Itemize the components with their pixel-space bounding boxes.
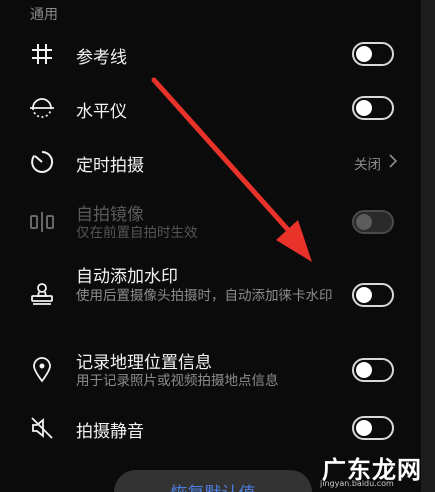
setting-row-location[interactable]: 记录地理位置信息 用于记录照片或视频拍摄地点信息	[0, 344, 421, 396]
setting-title: 记录地理位置信息	[76, 353, 212, 373]
setting-row-timer[interactable]: 定时拍摄 关闭	[0, 142, 421, 182]
setting-row-shutter-mute[interactable]: 拍摄静音	[0, 408, 421, 448]
setting-title: 水平仪	[76, 102, 127, 122]
timer-value: 关闭	[354, 157, 381, 173]
setting-title: 拍摄静音	[76, 422, 144, 442]
setting-row-gridlines[interactable]: 参考线	[0, 34, 421, 74]
camera-settings-screen: 通用 参考线 水平仪 定时拍摄 关闭 自拍镜像 仅在前置自拍时生效 自动添加水印…	[0, 0, 435, 492]
toggle-knob	[356, 100, 372, 116]
gridlines-toggle[interactable]	[352, 42, 394, 66]
setting-row-selfie-mirror: 自拍镜像 仅在前置自拍时生效	[0, 196, 421, 248]
auto-watermark-toggle[interactable]	[352, 283, 394, 307]
setting-title: 参考线	[76, 48, 127, 68]
setting-title: 自拍镜像	[76, 205, 144, 225]
watermark-url: jingyan.baidu.com	[320, 479, 394, 488]
timer-icon	[28, 148, 56, 176]
toggle-knob	[356, 287, 372, 303]
toggle-knob	[356, 362, 372, 378]
site-watermark: 广东龙网 jingyan.baidu.com	[310, 448, 435, 492]
level-toggle[interactable]	[352, 96, 394, 120]
stamp-icon	[28, 280, 56, 308]
location-toggle[interactable]	[352, 358, 394, 382]
right-edge-strip	[421, 0, 435, 492]
restore-defaults-button[interactable]: 恢复默认值	[114, 470, 312, 492]
mute-speaker-icon	[28, 414, 56, 442]
selfie-mirror-toggle	[352, 210, 394, 234]
setting-subtitle: 用于记录照片或视频拍摄地点信息	[76, 373, 279, 389]
setting-subtitle: 仅在前置自拍时生效	[76, 225, 198, 241]
setting-title: 自动添加水印	[76, 267, 178, 287]
shutter-mute-toggle[interactable]	[352, 416, 394, 440]
setting-row-level[interactable]: 水平仪	[0, 88, 421, 128]
setting-subtitle: 使用后置摄像头拍摄时，自动添加徕卡水印	[76, 288, 333, 304]
toggle-knob	[356, 214, 372, 230]
setting-title: 定时拍摄	[76, 156, 144, 176]
toggle-knob	[356, 46, 372, 62]
grid-icon	[28, 40, 56, 68]
level-icon	[28, 94, 56, 122]
setting-row-auto-watermark[interactable]: 自动添加水印 使用后置摄像头拍摄时，自动添加徕卡水印	[0, 260, 421, 332]
section-header-general: 通用	[30, 7, 58, 23]
location-pin-icon	[28, 356, 56, 384]
toggle-knob	[356, 420, 372, 436]
chevron-right-icon	[388, 153, 398, 173]
mirror-icon	[28, 208, 56, 236]
